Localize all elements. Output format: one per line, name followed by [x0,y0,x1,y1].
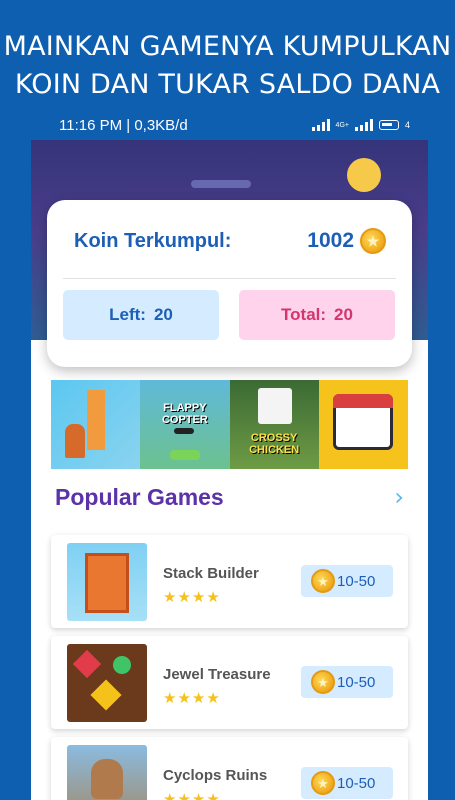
cloud-icon [191,180,251,188]
game-name: Jewel Treasure [163,666,271,683]
character-icon [65,424,85,458]
reward-badge: ★ 10-50 [301,565,393,597]
signal-icon [354,119,373,131]
status-time: 11:16 PM | 0,3KB/d [59,116,188,134]
coin-value: 1002 [307,229,354,252]
stack-builder-icon [67,543,147,621]
chicken-icon [257,388,292,424]
platform-icon [170,450,201,460]
status-icons: 4G+ 4 [311,119,410,131]
promo-headline: MAINKAN GAMENYA KUMPULKAN KOIN DAN TUKAR… [0,28,455,104]
battery-icon [378,120,399,130]
coin-star-icon: ★ [360,228,386,254]
game-list-item[interactable]: Cyclops Ruins ★★★★ ★ 10-50 [51,737,408,800]
coin-star-icon: ★ [311,771,335,795]
featured-game-thumb[interactable] [51,380,141,469]
divider [63,278,396,279]
star-rating: ★★★★ [163,790,221,800]
jewel-treasure-icon [67,644,147,722]
featured-game-thumb[interactable]: FLAPPY COPTER [140,380,230,469]
popular-header: Popular Games › [55,483,404,511]
featured-game-thumb[interactable] [318,380,408,469]
gem-icon [113,656,131,674]
gem-icon [72,649,102,679]
roof-icon [332,394,393,408]
reward-range: 10-50 [337,774,376,792]
cyclops-ruins-icon [67,745,147,800]
helicopter-icon [174,428,195,434]
coin-value-group: 1002 ★ [307,228,386,254]
gem-icon [90,679,122,711]
left-value: 20 [153,305,173,324]
cyclops-icon [91,759,123,799]
stack-tower-icon [87,390,105,450]
moon-icon [347,158,381,192]
network-badge: 4G+ [335,121,349,129]
battery-level: 4 [404,120,410,130]
reward-range: 10-50 [337,572,376,590]
star-rating: ★★★★ [163,588,221,606]
left-badge: Left: 20 [63,290,219,340]
total-badge: Total: 20 [239,290,395,340]
phone-screen: 11:16 PM | 0,3KB/d 4G+ 4 Koin Terkumpul:… [31,110,428,800]
featured-game-thumb[interactable]: CROSSY CHICKEN [229,380,319,469]
promo-line-2: KOIN DAN TUKAR SALDO DANA [14,69,441,100]
left-label: Left: [109,305,146,324]
stack-block-icon [85,553,129,613]
featured-game-title: CROSSY CHICKEN [249,432,300,456]
coin-star-icon: ★ [311,670,335,694]
promo-line-1: MAINKAN GAMENYA KUMPULKAN [3,31,452,62]
reward-badge: ★ 10-50 [301,666,393,698]
featured-game-title: FLAPPY COPTER [161,402,208,426]
reward-badge: ★ 10-50 [301,767,393,799]
game-list-item[interactable]: Jewel Treasure ★★★★ ★ 10-50 [51,636,408,729]
coin-summary-card: Koin Terkumpul: 1002 ★ Left: 20 Total: 2… [47,200,412,367]
featured-games-strip: FLAPPY COPTER CROSSY CHICKEN [51,380,408,469]
coin-row: Koin Terkumpul: 1002 ★ [74,228,386,254]
total-label: Total: [281,305,327,324]
coin-star-icon: ★ [311,569,335,593]
popular-title: Popular Games [55,483,224,510]
game-name: Cyclops Ruins [163,767,268,784]
reward-range: 10-50 [337,673,376,691]
signal-icon [311,119,330,131]
coin-label: Koin Terkumpul: [74,229,232,252]
chevron-right-icon[interactable]: › [394,483,404,511]
status-bar: 11:16 PM | 0,3KB/d 4G+ 4 [31,110,428,140]
star-rating: ★★★★ [163,689,221,707]
game-list-item[interactable]: Stack Builder ★★★★ ★ 10-50 [51,535,408,628]
game-name: Stack Builder [163,565,259,582]
total-value: 20 [334,305,353,324]
